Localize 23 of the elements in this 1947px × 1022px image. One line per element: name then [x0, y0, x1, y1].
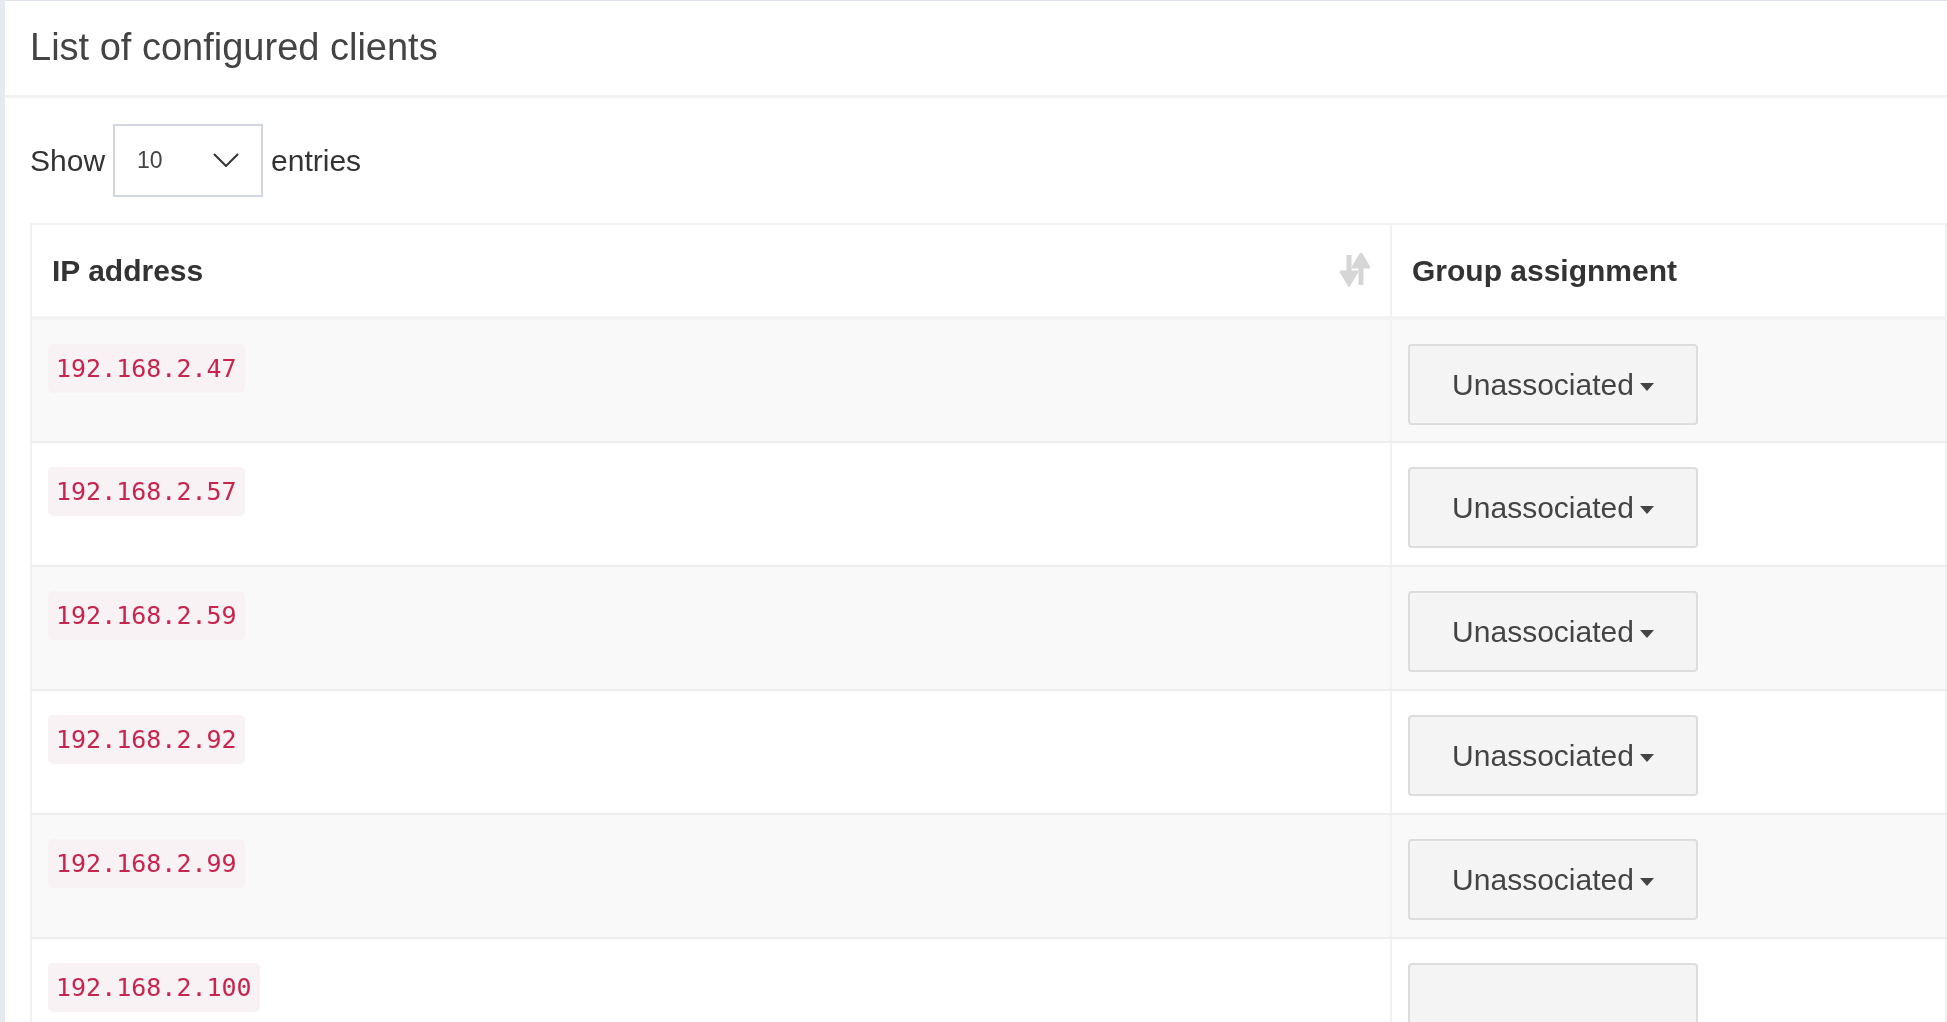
- caret-icon: [1639, 629, 1654, 638]
- caret-icon: [1639, 382, 1654, 391]
- card-title: List of configured clients: [30, 25, 439, 70]
- group-dropdown[interactable]: Unassociated: [1408, 714, 1698, 796]
- ip-address: 192.168.2.57: [48, 466, 245, 517]
- sort-icon: [1340, 253, 1370, 288]
- ip-address: 192.168.2.100: [48, 962, 260, 1013]
- group-dropdown[interactable]: Unassociated: [1408, 590, 1698, 672]
- ip-address: 192.168.2.99: [48, 838, 245, 889]
- ip-address: 192.168.2.59: [48, 590, 245, 641]
- entries-select[interactable]: 10: [113, 123, 264, 197]
- caret-icon: [1639, 877, 1654, 886]
- ip-address: 192.168.2.47: [48, 343, 245, 394]
- group-dropdown[interactable]: Unassociated: [1408, 466, 1698, 548]
- ip-address: 192.168.2.92: [48, 714, 245, 765]
- caret-icon: [1639, 505, 1654, 514]
- caret-icon: [1639, 753, 1654, 762]
- group-dropdown[interactable]: Unassociated: [1408, 343, 1698, 425]
- group-dropdown[interactable]: [1408, 962, 1698, 1022]
- show-label: Show: [30, 142, 106, 179]
- chevron-down-icon: [213, 153, 240, 168]
- group-dropdown[interactable]: Unassociated: [1408, 838, 1698, 920]
- entries-label: entries: [271, 142, 362, 179]
